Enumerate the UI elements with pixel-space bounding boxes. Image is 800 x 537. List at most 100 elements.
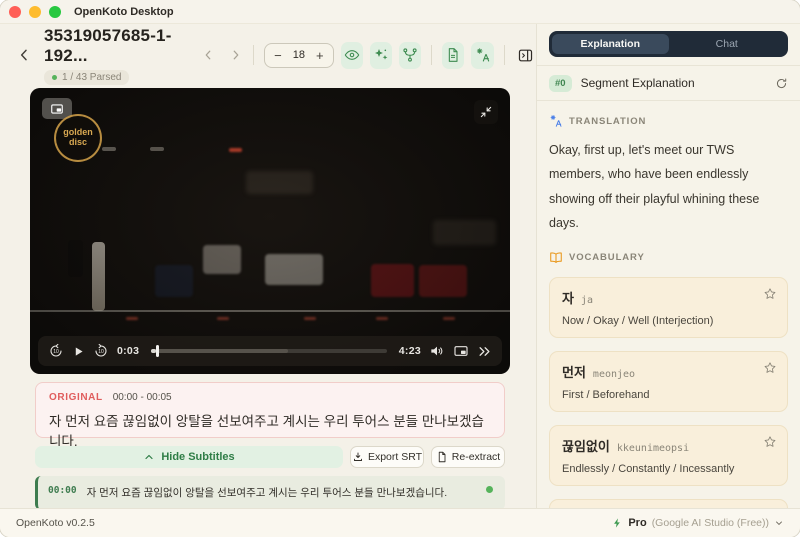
sparkles-icon xyxy=(374,49,388,60)
skip-forward-10-icon: 10 xyxy=(95,343,107,357)
window-controls xyxy=(9,5,61,18)
reextract-button[interactable]: Re-extract xyxy=(431,446,505,468)
vocab-romanization: meonjeo xyxy=(592,368,636,380)
play-button[interactable] xyxy=(72,345,85,358)
subtitle-text: 자 먼저 요즘 끊임없이 앙탈을 선보여주고 계시는 우리 투어스 분들 만나보… xyxy=(86,487,448,499)
close-button[interactable] xyxy=(9,5,21,18)
active-dot-icon xyxy=(486,486,493,493)
picture-in-picture-icon xyxy=(51,103,63,114)
subtitle-controls: Hide Subtitles Export SRT Re-extract xyxy=(35,446,505,468)
buffered-bar xyxy=(151,349,288,353)
titlebar: OpenKoto Desktop xyxy=(0,0,800,24)
tab-chat[interactable]: Chat xyxy=(669,34,786,54)
star-icon xyxy=(764,361,776,373)
volume-button[interactable] xyxy=(429,343,445,359)
parsed-dot-icon xyxy=(52,74,57,80)
vocab-card[interactable]: 끊임없이 kkeunimeopsi Endlessly / Constantly… xyxy=(549,424,788,486)
current-time: 0:03 xyxy=(117,345,140,357)
subtitle-list-item[interactable]: 00:00 자 먼저 요즘 끊임없이 앙탈을 선보여주고 계시는 우리 투어스 … xyxy=(35,476,505,510)
vocab-definition: Endlessly / Constantly / Incessantly xyxy=(562,462,735,475)
toggle-panel-button[interactable] xyxy=(515,42,536,68)
visibility-button[interactable] xyxy=(340,41,363,69)
fork-icon xyxy=(403,48,417,62)
video-title: 35319057685-1-192... xyxy=(44,25,172,65)
vocab-romanization: kkeunimeopsi xyxy=(616,442,690,454)
refresh-button[interactable] xyxy=(775,77,788,90)
export-srt-button[interactable]: Export SRT xyxy=(350,446,424,468)
golden-disc-logo: golden disc xyxy=(54,114,102,162)
display-button[interactable] xyxy=(453,343,469,359)
hide-subtitles-button[interactable]: Hide Subtitles xyxy=(35,446,343,468)
vocab-romanization: ja xyxy=(580,294,594,306)
star-button[interactable] xyxy=(763,361,777,375)
minimize-button[interactable] xyxy=(29,5,41,18)
collapse-icon xyxy=(480,106,492,118)
panel-tabbar: Explanation Chat xyxy=(549,31,788,57)
logo-text: disc xyxy=(68,137,87,147)
app-title: OpenKoto Desktop xyxy=(74,5,174,18)
chevron-right-icon xyxy=(233,50,239,60)
plan-provider: (Google AI Studio (Free)) xyxy=(651,517,769,529)
svg-text:10: 10 xyxy=(53,349,59,355)
tab-explanation[interactable]: Explanation xyxy=(552,34,669,54)
skip-forward-button[interactable]: 10 xyxy=(93,343,109,359)
segment-badge: #0 xyxy=(549,74,572,92)
toolbar-divider xyxy=(503,45,505,65)
bolt-icon xyxy=(614,518,621,528)
vocab-word: 끊임없이 xyxy=(562,438,610,454)
fast-forward-icon xyxy=(479,346,490,356)
toolbar: 35319057685-1-192... 1 / 43 Parsed − 18 … xyxy=(0,24,536,86)
star-icon xyxy=(764,435,776,447)
ai-explain-button[interactable] xyxy=(369,41,393,69)
collapse-video-button[interactable] xyxy=(474,100,498,124)
speed-button[interactable] xyxy=(477,344,492,359)
prev-segment-button[interactable] xyxy=(201,48,215,62)
duration: 4:23 xyxy=(398,345,421,357)
sidebar-toggle-icon xyxy=(518,49,532,61)
original-time-range: 00:00 - 00:05 xyxy=(112,392,172,403)
toolbar-divider xyxy=(253,45,255,65)
vocab-card[interactable]: 먼저 meonjeo First / Beforehand xyxy=(549,350,788,412)
plan-selector[interactable]: Pro (Google AI Studio (Free)) xyxy=(612,517,784,529)
star-button[interactable] xyxy=(763,287,777,301)
translation-header: TRANSLATION xyxy=(549,114,788,128)
download-icon xyxy=(353,452,362,461)
star-button[interactable] xyxy=(763,435,777,449)
progress-bar[interactable] xyxy=(151,345,387,357)
vocabulary-list: 자 ja Now / Okay / Well (Interjection) 먼저… xyxy=(549,276,788,508)
version-label: OpenKoto v0.2.5 xyxy=(16,517,95,529)
segment-title: Segment Explanation xyxy=(580,76,695,90)
skip-back-button[interactable]: 10 xyxy=(48,343,64,359)
translation-text: Okay, first up, let's meet our TWS membe… xyxy=(549,143,760,231)
vocab-card[interactable]: 앙탈 angtal Playful whining / Grumbling / … xyxy=(549,498,788,508)
progress-handle[interactable] xyxy=(155,345,159,357)
export-srt-label: Export SRT xyxy=(367,451,423,463)
back-button[interactable] xyxy=(16,47,32,63)
volume-icon xyxy=(431,346,443,356)
font-size-decrease-button[interactable]: − xyxy=(274,49,282,62)
vocab-word: 먼저 xyxy=(562,364,586,380)
document-icon xyxy=(449,48,458,62)
toolbar-divider xyxy=(431,45,433,65)
next-segment-button[interactable] xyxy=(229,48,243,62)
vocabulary-header: VOCABULARY xyxy=(549,251,788,265)
video-player: golden disc 10 10 0:03 4:23 xyxy=(30,88,510,374)
maximize-button[interactable] xyxy=(49,5,61,18)
branch-button[interactable] xyxy=(399,41,422,69)
screen-icon xyxy=(454,346,468,356)
vocab-definition: Now / Okay / Well (Interjection) xyxy=(562,314,714,327)
vocab-card[interactable]: 자 ja Now / Okay / Well (Interjection) xyxy=(549,276,788,338)
video-surface[interactable] xyxy=(30,88,510,374)
font-size-value: 18 xyxy=(292,49,305,61)
transcript-button[interactable] xyxy=(442,41,465,69)
original-text: 자 먼저 요즘 끊임없이 앙탈을 선보여주고 계시는 우리 투어스 분들 만나보… xyxy=(49,414,484,449)
parsed-badge-label: 1 / 43 Parsed xyxy=(62,71,122,83)
segment-header-row: #0 Segment Explanation xyxy=(537,66,800,100)
skip-back-10-icon: 10 xyxy=(50,343,62,357)
plan-name: Pro xyxy=(628,517,647,529)
parsed-badge: 1 / 43 Parsed xyxy=(44,69,130,85)
translate-icon xyxy=(476,48,489,62)
explanation-panel: Explanation Chat #0 Segment Explanation … xyxy=(536,24,800,508)
font-size-increase-button[interactable]: + xyxy=(316,49,324,62)
translate-button[interactable] xyxy=(471,41,494,69)
